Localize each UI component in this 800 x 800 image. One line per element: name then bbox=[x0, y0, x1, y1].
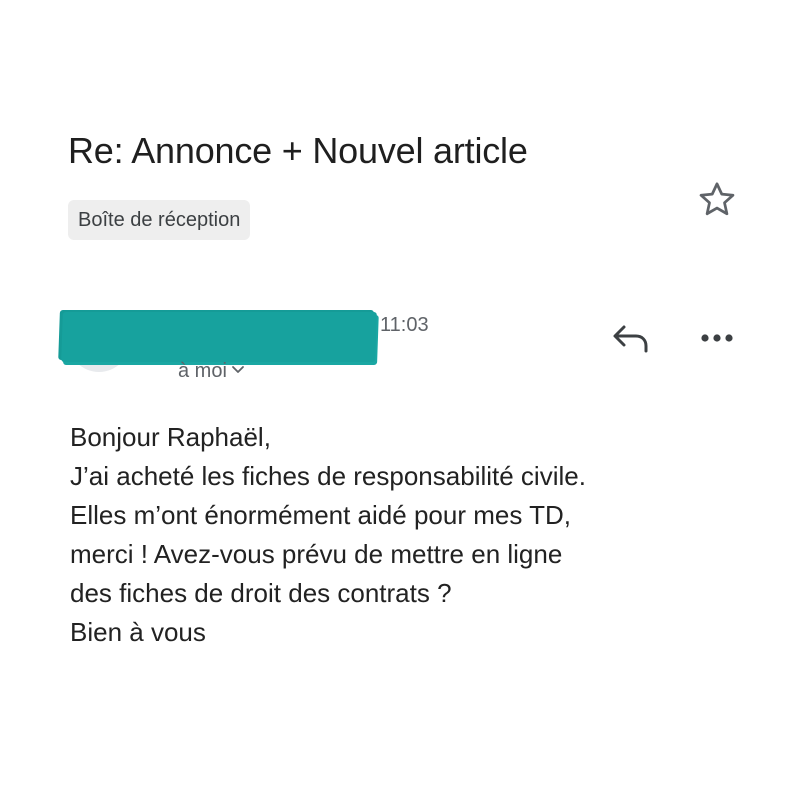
email-subject: Re: Annonce + Nouvel article bbox=[68, 130, 528, 171]
body-line: J’ai acheté les fiches de responsabilité… bbox=[70, 461, 586, 491]
chevron-down-icon bbox=[231, 358, 245, 381]
sender-row: 11:03 à moi bbox=[0, 300, 800, 390]
inbox-label-chip[interactable]: Boîte de réception bbox=[68, 200, 251, 240]
more-horizontal-icon bbox=[701, 334, 733, 342]
more-options-button[interactable] bbox=[694, 318, 740, 358]
body-line: des fiches de droit des contrats ? bbox=[70, 578, 452, 608]
body-line: merci ! Avez-vous prévu de mettre en lig… bbox=[70, 539, 563, 569]
email-time: 11:03 bbox=[380, 314, 429, 336]
star-icon[interactable] bbox=[695, 178, 739, 222]
recipient-label: à moi bbox=[178, 360, 227, 382]
body-line: Elles m’ont énormément aidé pour mes TD, bbox=[70, 500, 571, 530]
reply-button[interactable] bbox=[608, 318, 652, 358]
email-body: Bonjour Raphaël, J’ai acheté les fiches … bbox=[70, 418, 770, 652]
sender-redaction bbox=[61, 312, 377, 362]
recipient-toggle[interactable]: à moi bbox=[178, 358, 245, 383]
reply-icon bbox=[613, 325, 648, 353]
body-line: Bonjour Raphaël, bbox=[70, 422, 271, 452]
body-line: Bien à vous bbox=[70, 617, 206, 647]
